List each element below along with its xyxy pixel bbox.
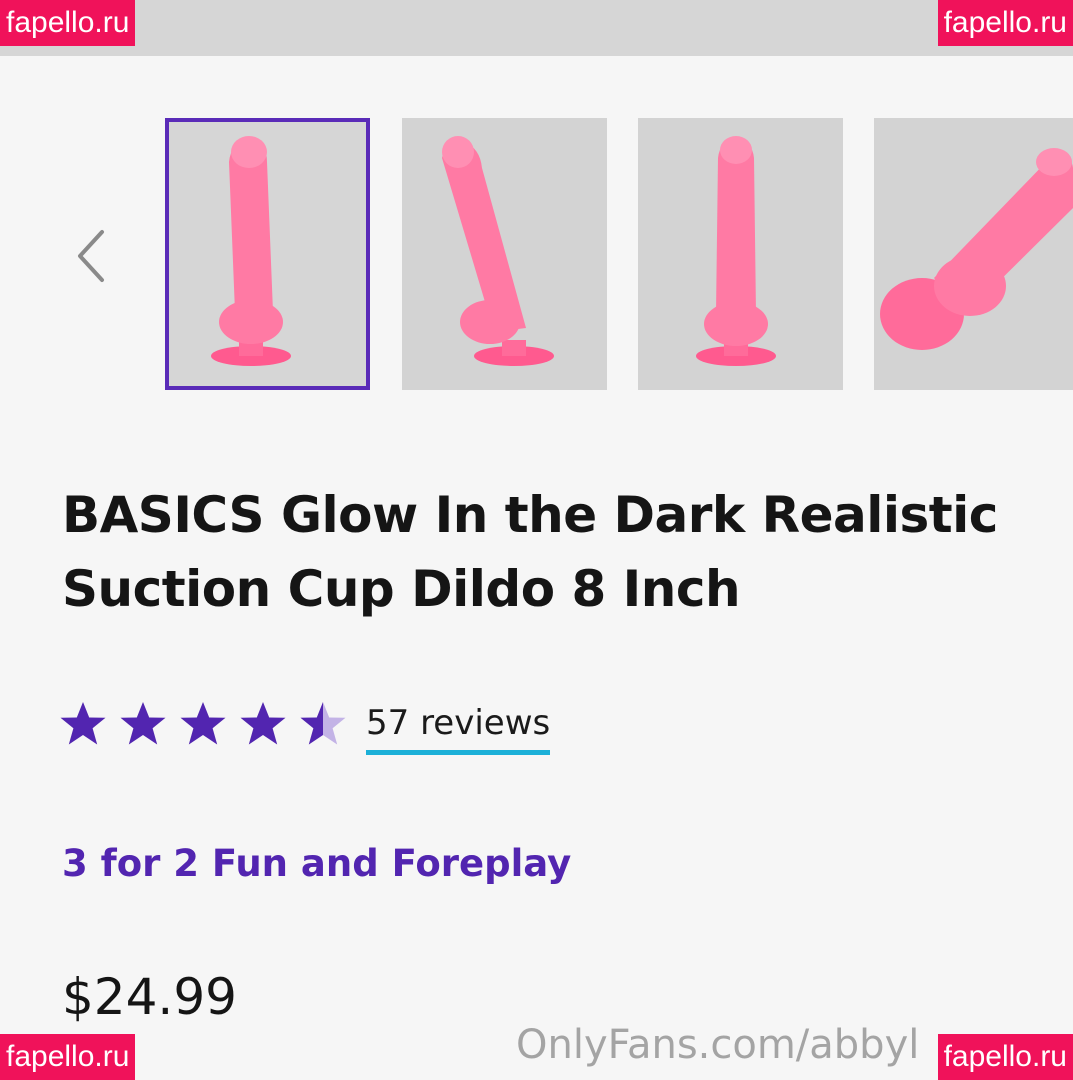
chevron-left-icon	[78, 230, 104, 282]
watermark-top-left: fapello.ru	[0, 0, 136, 46]
gallery-thumbnail-1[interactable]	[165, 118, 370, 390]
promo-link[interactable]: 3 for 2 Fun and Foreplay	[62, 842, 571, 885]
star-rating	[60, 698, 360, 750]
product-image	[696, 136, 776, 366]
product-image	[442, 136, 554, 366]
watermark-top-right: fapello.ru	[937, 0, 1073, 46]
gallery-thumbnail-3[interactable]	[638, 118, 843, 390]
star-full-icon	[240, 702, 286, 745]
star-full-icon	[120, 702, 166, 745]
top-bar	[0, 0, 1073, 56]
gallery-thumbnail-2[interactable]	[402, 118, 607, 390]
watermark-bottom-left: fapello.ru	[0, 1034, 136, 1080]
star-half-icon	[300, 702, 346, 745]
product-title: BASICS Glow In the Dark Realistic Suctio…	[62, 486, 998, 618]
onlyfans-watermark: OnlyFans.com/abbyl	[516, 1022, 920, 1068]
star-full-icon	[60, 702, 106, 745]
reviews-link[interactable]: 57 reviews	[366, 702, 551, 755]
watermark-bottom-right: fapello.ru	[937, 1034, 1073, 1080]
product-price: $24.99	[62, 968, 237, 1026]
product-image	[880, 148, 1073, 350]
product-image	[211, 136, 291, 366]
gallery-thumbnail-4[interactable]	[874, 118, 1073, 390]
gallery-prev-button[interactable]	[66, 222, 118, 290]
star-full-icon	[180, 702, 226, 745]
